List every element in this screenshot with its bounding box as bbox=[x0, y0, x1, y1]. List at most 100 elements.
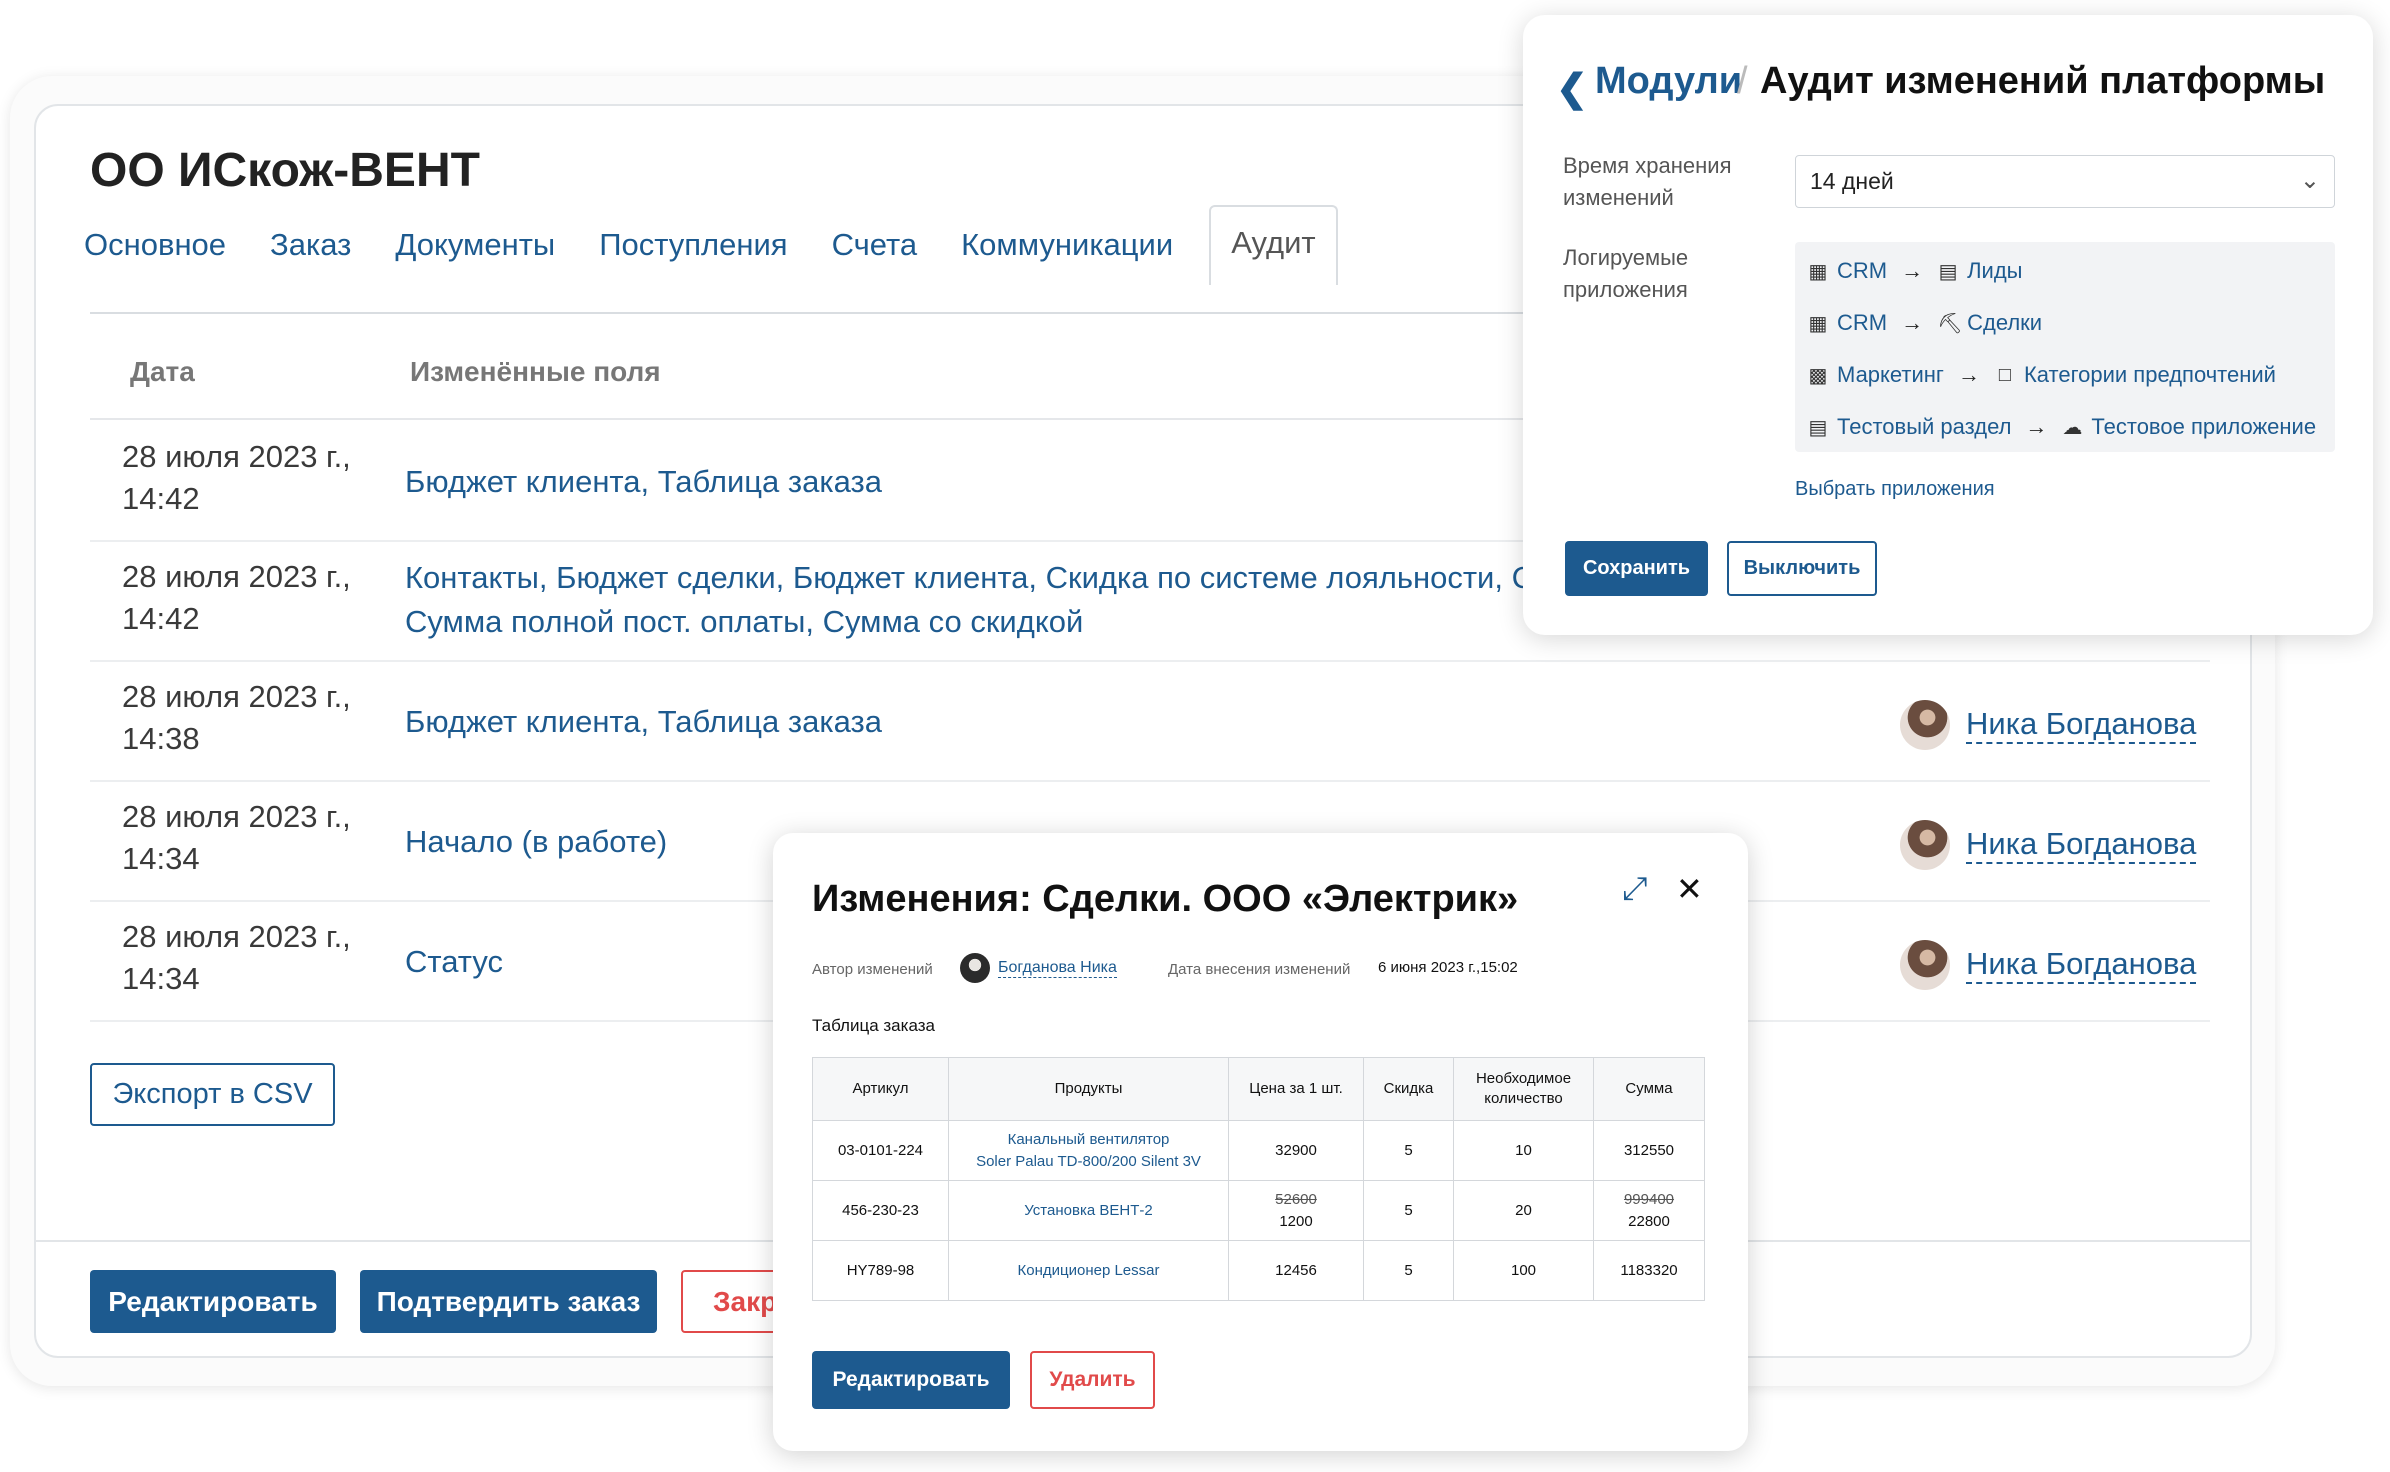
contact-card-icon: ▦ bbox=[1808, 312, 1828, 335]
table-row[interactable]: 28 июля 2023 г., 14:38 Бюджет клиента, Та… bbox=[90, 662, 2210, 782]
logged-apps-list: ▦ CRM → ▤ Лиды ▦ CRM → ⛏ Сделки ▩ Маркетинг →… bbox=[1795, 242, 2335, 452]
tab-receipts[interactable]: Поступления bbox=[599, 227, 809, 285]
user-link[interactable]: Ника Богданова bbox=[1966, 826, 2197, 864]
retention-select[interactable]: 14 дней ⌄ bbox=[1795, 155, 2335, 208]
row-user[interactable]: Ника Богданова bbox=[1900, 820, 2197, 870]
cell-sku: 456-230-23 bbox=[812, 1180, 949, 1241]
cell-quantity: 20 bbox=[1453, 1180, 1594, 1241]
old-sum: 999400 bbox=[1623, 1190, 1675, 1208]
folder-icon: □ bbox=[1998, 363, 2012, 386]
coins-icon: ⛏ bbox=[1937, 312, 1963, 335]
id-card-icon: ▤ bbox=[1938, 260, 1958, 283]
row-date: 28 июля 2023 г., 14:38 bbox=[122, 679, 351, 756]
cell-sku: 03-0101-224 bbox=[812, 1120, 949, 1181]
cell-sum: 1183320 bbox=[1593, 1240, 1705, 1301]
row-fields[interactable]: Бюджет клиента, Таблица заказа bbox=[405, 460, 1605, 504]
arrow-right-icon: → bbox=[1901, 310, 1924, 335]
dialog-title: Изменения: Сделки. ООО «Электрик» bbox=[812, 878, 1519, 920]
row-date: 28 июля 2023 г., 14:42 bbox=[122, 559, 351, 636]
arrow-right-icon: → bbox=[1901, 258, 1924, 283]
cell-discount: 5 bbox=[1363, 1180, 1454, 1241]
panel-title: Аудит изменений платформы bbox=[1760, 60, 2326, 102]
order-changes-table: Артикул Продукты Цена за 1 шт. Скидка Не… bbox=[812, 1057, 1705, 1301]
arrow-right-icon: → bbox=[1957, 362, 1980, 387]
tab-documents[interactable]: Документы bbox=[395, 227, 577, 285]
column-price: Цена за 1 шт. bbox=[1228, 1057, 1364, 1121]
close-icon[interactable]: ✕ bbox=[1676, 870, 1703, 908]
column-sum: Сумма bbox=[1593, 1057, 1705, 1121]
table-row: HY789-98 Кондиционер Lessar 12456 5 100 … bbox=[812, 1240, 1705, 1301]
row-date: 28 июля 2023 г., 14:34 bbox=[122, 799, 351, 876]
row-fields[interactable]: Контакты, Бюджет сделки, Бюджет клиента,… bbox=[405, 556, 1629, 644]
tab-audit[interactable]: Аудит bbox=[1209, 205, 1338, 285]
arrow-right-icon: → bbox=[2025, 414, 2048, 439]
breadcrumb-separator: / bbox=[1737, 60, 1748, 102]
page-title: ОО ИСкож-ВЕНТ bbox=[90, 144, 480, 197]
tab-invoices[interactable]: Счета bbox=[832, 227, 940, 285]
table-header-row: Артикул Продукты Цена за 1 шт. Скидка Не… bbox=[812, 1057, 1705, 1121]
logged-apps-label: Логируемые приложения bbox=[1563, 245, 1689, 302]
chart-icon: ▩ bbox=[1808, 364, 1828, 387]
user-link[interactable]: Ника Богданова bbox=[1966, 946, 2197, 984]
row-user[interactable]: Ника Богданова bbox=[1900, 700, 2197, 750]
choose-apps-link[interactable]: Выбрать приложения bbox=[1795, 478, 1995, 501]
expand-icon[interactable]: ⤢ bbox=[1622, 870, 1648, 908]
avatar bbox=[1900, 940, 1950, 990]
tab-order[interactable]: Заказ bbox=[270, 227, 373, 285]
cell-sum: 312550 bbox=[1593, 1120, 1705, 1181]
column-discount: Скидка bbox=[1363, 1057, 1454, 1121]
cell-product[interactable]: Канальный вентилятор Soler Palau TD-800/2… bbox=[948, 1120, 1229, 1181]
cell-product[interactable]: Установка ВЕНТ-2 bbox=[948, 1180, 1229, 1241]
cell-sum: 999400 22800 bbox=[1593, 1180, 1705, 1241]
cell-quantity: 10 bbox=[1453, 1120, 1594, 1181]
author-label: Автор изменений bbox=[812, 961, 933, 978]
column-products: Продукты bbox=[948, 1057, 1229, 1121]
tab-bar: Основное Заказ Документы Поступления Сче… bbox=[84, 205, 1360, 285]
disable-button[interactable]: Выключить bbox=[1727, 541, 1877, 596]
edit-button[interactable]: Редактировать bbox=[812, 1351, 1010, 1409]
avatar bbox=[1900, 700, 1950, 750]
logged-app-item[interactable]: ▦ CRM → ▤ Лиды bbox=[1807, 258, 2023, 284]
user-link[interactable]: Ника Богданова bbox=[1966, 706, 2197, 744]
row-date: 28 июля 2023 г., 14:34 bbox=[122, 919, 351, 996]
cell-quantity: 100 bbox=[1453, 1240, 1594, 1301]
cell-price: 52600 1200 bbox=[1228, 1180, 1364, 1241]
cell-price: 32900 bbox=[1228, 1120, 1364, 1181]
table-row: 456-230-23 Установка ВЕНТ-2 52600 1200 5 … bbox=[812, 1180, 1705, 1241]
export-csv-button[interactable]: Экспорт в CSV bbox=[90, 1063, 335, 1126]
tab-main[interactable]: Основное bbox=[84, 227, 248, 285]
cell-product[interactable]: Кондиционер Lessar bbox=[948, 1240, 1229, 1301]
row-date: 28 июля 2023 г., 14:42 bbox=[122, 439, 351, 516]
column-quantity: Необходимое количество bbox=[1453, 1057, 1594, 1121]
retention-label: Время хранения изменений bbox=[1563, 153, 1732, 210]
chevron-left-icon[interactable]: ❮ bbox=[1556, 66, 1588, 111]
cell-sku: HY789-98 bbox=[812, 1240, 949, 1301]
table-row: 03-0101-224 Канальный вентилятор Soler Pa… bbox=[812, 1120, 1705, 1181]
breadcrumb-modules[interactable]: Модули bbox=[1595, 60, 1742, 103]
author-link[interactable]: Богданова Ника bbox=[998, 959, 1117, 978]
column-sku: Артикул bbox=[812, 1057, 949, 1121]
row-user[interactable]: Ника Богданова bbox=[1900, 940, 2197, 990]
column-fields: Изменённые поля bbox=[410, 356, 661, 387]
avatar bbox=[960, 953, 990, 983]
confirm-order-button[interactable]: Подтвердить заказ bbox=[360, 1270, 657, 1333]
logged-app-item[interactable]: ▤ Тестовый раздел → ☁ Тестовое приложение bbox=[1807, 414, 2317, 440]
delete-button[interactable]: Удалить bbox=[1030, 1351, 1155, 1409]
avatar bbox=[1900, 820, 1950, 870]
archive-icon: ▤ bbox=[1808, 416, 1828, 439]
order-table-label: Таблица заказа bbox=[812, 1016, 935, 1035]
column-date: Дата bbox=[130, 356, 195, 387]
contact-card-icon: ▦ bbox=[1808, 260, 1828, 283]
old-price: 52600 bbox=[1275, 1190, 1317, 1208]
cloud-icon: ☁ bbox=[2062, 416, 2083, 439]
save-button[interactable]: Сохранить bbox=[1565, 541, 1708, 596]
change-date-label: Дата внесения изменений bbox=[1168, 961, 1351, 978]
cell-price: 12456 bbox=[1228, 1240, 1364, 1301]
row-fields[interactable]: Бюджет клиента, Таблица заказа bbox=[405, 700, 1605, 744]
tab-communications[interactable]: Коммуникации bbox=[961, 227, 1195, 285]
logged-app-item[interactable]: ▩ Маркетинг → □ Категории предпочтений bbox=[1807, 362, 2276, 388]
cell-discount: 5 bbox=[1363, 1120, 1454, 1181]
edit-button[interactable]: Редактировать bbox=[90, 1270, 336, 1333]
logged-app-item[interactable]: ▦ CRM → ⛏ Сделки bbox=[1807, 310, 2043, 336]
cell-discount: 5 bbox=[1363, 1240, 1454, 1301]
